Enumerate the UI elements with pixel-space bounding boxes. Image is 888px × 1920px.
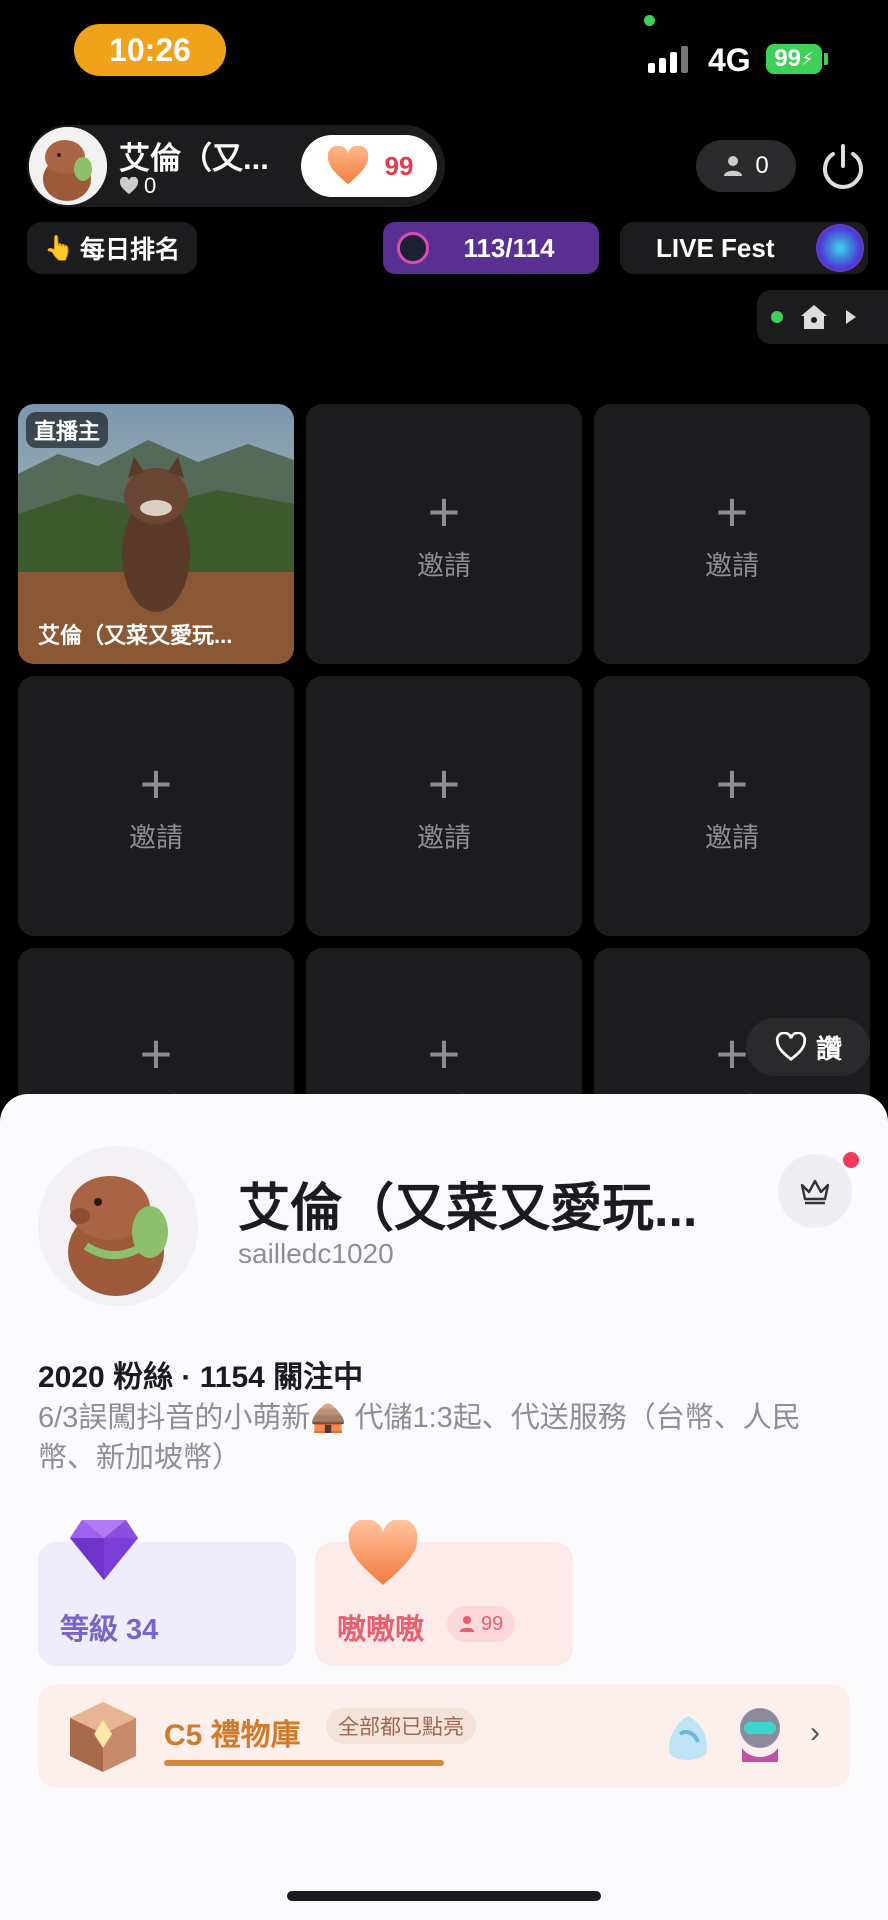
gift-progress-bar bbox=[164, 1760, 444, 1766]
fire-icon: 👆 bbox=[44, 234, 74, 262]
signal-icon bbox=[648, 45, 688, 73]
play-icon[interactable] bbox=[845, 309, 857, 325]
host-tag: 直播主 bbox=[26, 412, 109, 448]
host-likes-count: 0 bbox=[144, 173, 157, 198]
gift-cube-icon bbox=[70, 1702, 136, 1772]
invite-slot[interactable]: + 邀請 bbox=[18, 676, 294, 936]
privacy-indicator bbox=[644, 15, 655, 26]
heart-button[interactable]: 99 bbox=[301, 135, 437, 197]
home-icon[interactable] bbox=[799, 303, 829, 331]
invite-slot[interactable]: + 邀請 bbox=[594, 676, 870, 936]
diamond-icon bbox=[70, 1520, 138, 1580]
progress-badge-icon bbox=[397, 232, 429, 264]
power-button[interactable] bbox=[818, 142, 868, 192]
plus-icon: + bbox=[427, 751, 461, 815]
host-info-pill[interactable]: 艾倫（又... 0 99 bbox=[27, 125, 445, 207]
power-icon bbox=[823, 144, 863, 189]
gift-library-bar[interactable]: C5 禮物庫 全部都已點亮 › bbox=[38, 1684, 850, 1788]
gift-library-tag: 全部都已點亮 bbox=[326, 1708, 476, 1744]
fan-count-badge: 99 bbox=[447, 1606, 516, 1642]
fan-club-card[interactable]: 嗷嗷嗷 99 bbox=[315, 1520, 573, 1666]
live-fest-label: LIVE Fest bbox=[656, 232, 775, 263]
invite-slot[interactable]: + 邀請 bbox=[306, 404, 582, 664]
gift-icon bbox=[740, 1708, 780, 1762]
invite-label: 邀請 bbox=[705, 550, 759, 581]
fan-club-label: 嗷嗷嗷 bbox=[337, 1614, 425, 1646]
live-fest-button[interactable]: LIVE Fest bbox=[620, 222, 868, 274]
person-icon bbox=[459, 1616, 475, 1632]
level-card[interactable]: 等級 34 bbox=[38, 1520, 296, 1666]
plus-icon: + bbox=[427, 479, 461, 543]
viewers-count: 0 bbox=[755, 152, 769, 179]
host-tile[interactable]: 直播主 艾倫（又菜又愛玩... bbox=[18, 404, 294, 664]
fan-count: 99 bbox=[481, 1612, 504, 1635]
mini-controls[interactable] bbox=[757, 290, 888, 344]
gift-icon bbox=[669, 1716, 707, 1760]
battery-tip bbox=[824, 53, 828, 65]
gift-library-title: C5 禮物庫 bbox=[164, 1719, 301, 1752]
live-fest-badge-icon bbox=[816, 224, 864, 272]
status-dot bbox=[771, 311, 783, 323]
invite-label: 邀請 bbox=[417, 822, 471, 853]
status-time: 10:26 bbox=[74, 24, 226, 76]
heart-icon bbox=[348, 1520, 418, 1585]
host-caption: 艾倫（又菜又愛玩... bbox=[38, 623, 233, 648]
like-label: 讚 bbox=[815, 1033, 842, 1064]
invite-label: 邀請 bbox=[417, 550, 471, 581]
progress-text: 113/114 bbox=[463, 232, 555, 263]
profile-handle: sailledc1020 bbox=[238, 1238, 394, 1269]
plus-icon: + bbox=[139, 1022, 173, 1085]
profile-avatar[interactable] bbox=[38, 1146, 198, 1306]
invite-label: 邀請 bbox=[129, 822, 183, 853]
notification-dot bbox=[843, 1152, 859, 1168]
heart-count: 99 bbox=[384, 150, 414, 181]
plus-icon: + bbox=[715, 751, 749, 815]
heart-icon bbox=[327, 146, 368, 185]
heart-icon bbox=[119, 177, 139, 195]
invite-slot[interactable]: + 邀請 bbox=[594, 404, 870, 664]
profile-sheet: 艾倫（又菜又愛玩... sailledc1020 2020 粉絲 · 1154 … bbox=[0, 1094, 888, 1920]
heart-outline-icon bbox=[775, 1032, 807, 1062]
guest-grid: 直播主 艾倫（又菜又愛玩... +邀請 +邀請 +邀請 +邀請 +邀請 +邀請 … bbox=[18, 404, 870, 1208]
profile-stats: 2020 粉絲 · 1154 關注中 bbox=[38, 1361, 364, 1394]
plus-icon: + bbox=[715, 1022, 749, 1085]
profile-bio: 6/3誤闖抖音的小萌新🛖 代儲1:3起、代送服務（台幣、人民幣、新加坡幣） bbox=[38, 1402, 801, 1474]
level-label: 等級 34 bbox=[60, 1614, 159, 1646]
home-indicator bbox=[287, 1891, 601, 1901]
host-likes: 0 bbox=[119, 173, 156, 199]
person-icon bbox=[724, 156, 743, 176]
profile-name: 艾倫（又菜又愛玩... bbox=[238, 1180, 698, 1238]
host-name: 艾倫（又... bbox=[119, 141, 269, 176]
viewers-pill[interactable]: 0 bbox=[696, 140, 796, 192]
crown-button[interactable] bbox=[778, 1154, 852, 1228]
network-type: 4G bbox=[708, 42, 751, 78]
host-avatar[interactable] bbox=[29, 127, 107, 205]
plus-icon: + bbox=[715, 479, 749, 543]
battery-level: 99 bbox=[774, 45, 802, 72]
like-button[interactable]: 讚 bbox=[746, 1018, 870, 1076]
chevron-right-icon[interactable]: › bbox=[810, 1716, 820, 1750]
plus-icon: + bbox=[427, 1022, 461, 1085]
daily-rank-label: 每日排名 bbox=[79, 236, 180, 264]
invite-slot[interactable]: + 邀請 bbox=[306, 676, 582, 936]
invite-label: 邀請 bbox=[705, 822, 759, 853]
progress-pill[interactable]: 113/114 bbox=[383, 222, 599, 274]
battery-indicator: 99 ⚡ bbox=[766, 44, 822, 74]
plus-icon: + bbox=[139, 751, 173, 815]
crown-icon bbox=[800, 1179, 830, 1205]
daily-rank-button[interactable]: 👆 每日排名 bbox=[27, 222, 197, 274]
